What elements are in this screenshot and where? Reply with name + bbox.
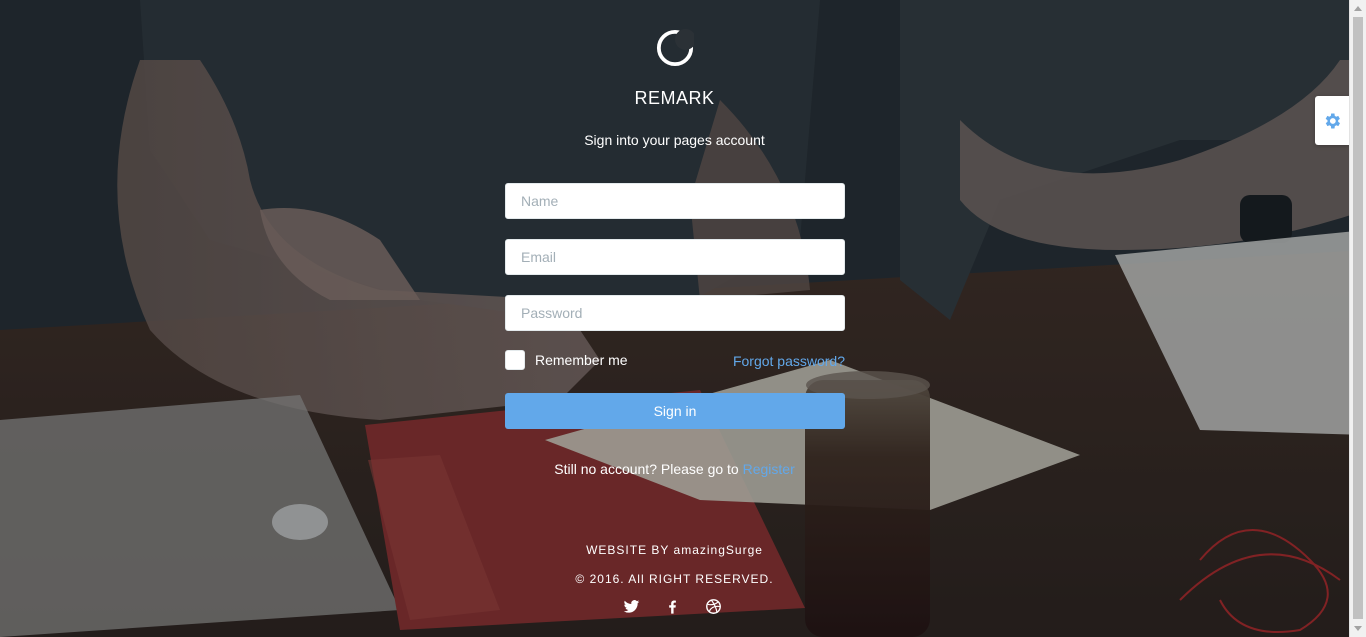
- brand-name: REMARK: [634, 88, 715, 108]
- remember-me-checkbox[interactable]: [505, 350, 525, 370]
- footer-copyright: © 2016. All RIGHT RESERVED.: [575, 572, 774, 586]
- vertical-scrollbar[interactable]: [1349, 0, 1366, 637]
- facebook-icon: [669, 600, 676, 614]
- register-link[interactable]: Register: [743, 461, 795, 477]
- remember-me-label: Remember me: [535, 352, 628, 368]
- scroll-down-arrow-icon[interactable]: [1354, 626, 1362, 631]
- dribbble-link[interactable]: [704, 597, 723, 616]
- forgot-password-link[interactable]: Forgot password?: [733, 353, 845, 369]
- login-page: REMARK Sign into your pages account Reme…: [0, 0, 1366, 637]
- twitter-link[interactable]: [622, 597, 641, 616]
- dribbble-icon: [706, 599, 721, 614]
- footer-credit: WEBSITE BY amazingSurge: [586, 543, 763, 557]
- password-input[interactable]: [505, 295, 845, 331]
- twitter-icon: [623, 600, 640, 613]
- gear-icon: [1325, 113, 1340, 128]
- login-subtitle: Sign into your pages account: [584, 132, 765, 148]
- scrollbar-thumb[interactable]: [1353, 17, 1363, 619]
- register-prompt-text: Still no account? Please go to: [554, 461, 743, 477]
- sign-in-button[interactable]: Sign in: [505, 393, 845, 429]
- remember-me-option[interactable]: Remember me: [505, 350, 628, 370]
- register-prompt: Still no account? Please go to Register: [0, 461, 1349, 477]
- social-links: [622, 597, 723, 616]
- moon-icon: [656, 29, 694, 67]
- scroll-up-arrow-icon[interactable]: [1354, 6, 1362, 11]
- email-input[interactable]: [505, 239, 845, 275]
- name-input[interactable]: [505, 183, 845, 219]
- facebook-link[interactable]: [663, 597, 682, 616]
